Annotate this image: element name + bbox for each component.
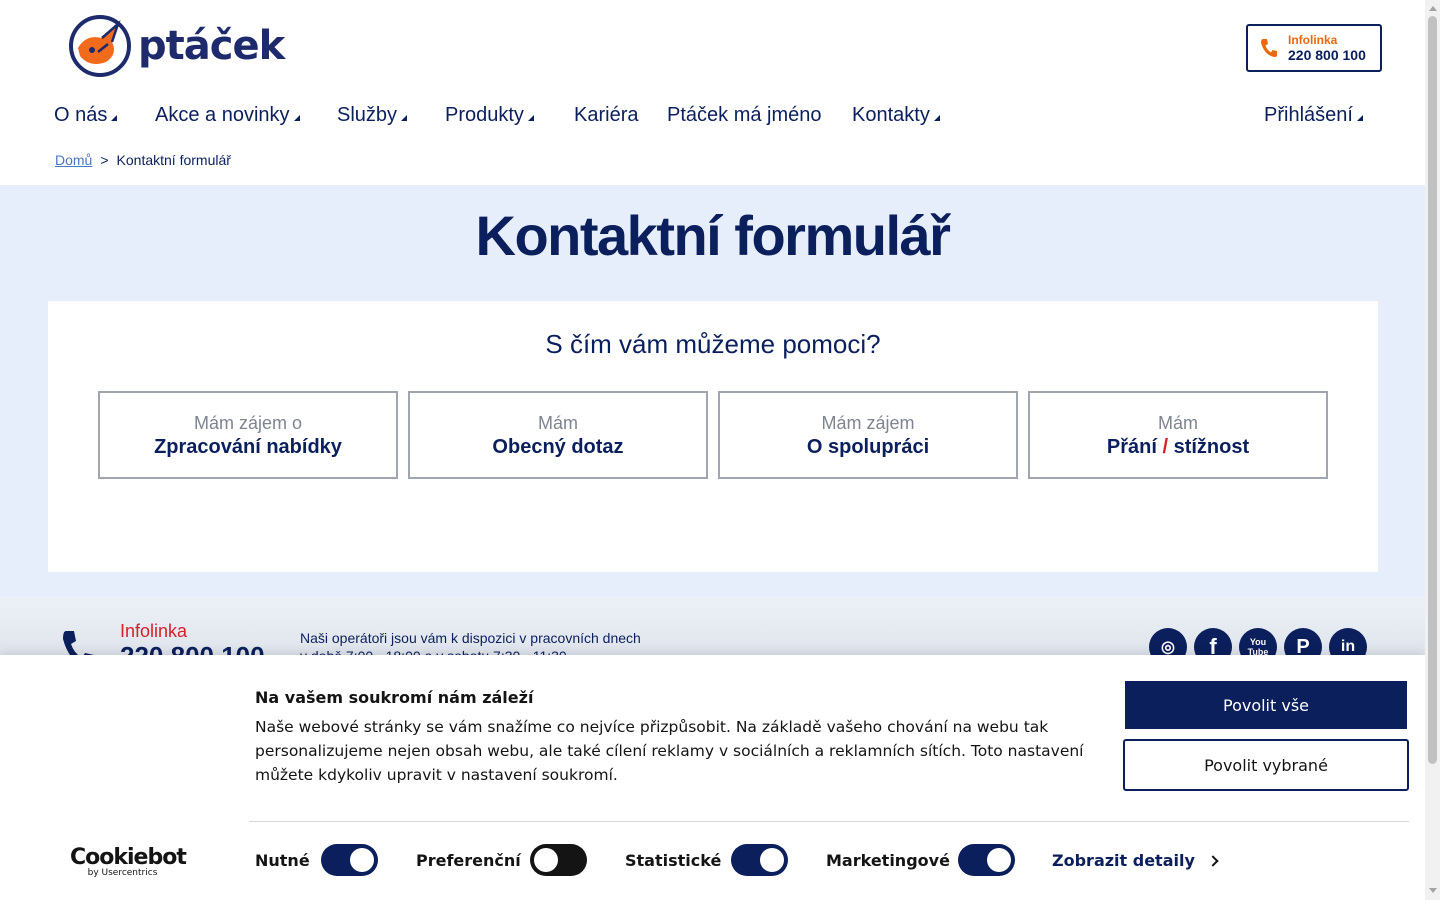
form-question: S čím vám můžeme pomoci? [545, 329, 881, 359]
toggle-preferencni[interactable] [530, 844, 587, 876]
show-details-link[interactable]: Zobrazit detaily [1052, 851, 1219, 870]
nav-item-label: Kontakty [852, 104, 930, 126]
main-nav: O nás Akce a novinky Služby Produkty Kar… [0, 104, 1425, 130]
option-main-text: O spolupráci [806, 436, 930, 458]
nav-item-label: Služby [337, 104, 398, 126]
option-main-text: Zpracování nabídky [154, 436, 342, 458]
option-text-stiznost: stížnost [1173, 436, 1250, 458]
nav-item-label: Kariéra [574, 104, 639, 126]
toggle-label-statisticke: Statistické [625, 851, 722, 870]
toggle-knob [760, 848, 784, 872]
instagram-icon[interactable]: ◎ [1149, 628, 1187, 657]
cookie-text: Naše webové stránky se vám snažíme co ne… [255, 718, 1084, 784]
option-o-spolupraci[interactable]: Mám zájem O spolupráci [718, 391, 1018, 479]
option-main-text: Přání / stížnost [1030, 436, 1326, 459]
bird-logo-icon [69, 15, 131, 77]
nav-item-sluzby[interactable]: Služby [337, 104, 408, 127]
logo[interactable]: ptáček [68, 14, 285, 78]
youtube-icon[interactable]: You Tube [1239, 628, 1277, 657]
phone-icon [63, 631, 94, 657]
footer-infoline: Infolinka 220 800 100 Naši operátoři jso… [0, 597, 1425, 657]
toggle-label-nutne: Nutné [255, 851, 310, 870]
nav-item-o-nas[interactable]: O nás [54, 104, 118, 127]
hero-section: Kontaktní formulář S čím vám můžeme pomo… [0, 185, 1425, 597]
breadcrumb-current: Kontaktní formulář [116, 152, 231, 168]
toggle-label-preferencni: Preferenční [416, 851, 521, 870]
nav-item-akce-a-novinky[interactable]: Akce a novinky [155, 104, 300, 127]
nav-item-prihlaseni[interactable]: Přihlášení [1264, 104, 1363, 127]
divider [249, 821, 1409, 822]
option-small-text: Mám [1158, 413, 1198, 433]
scrollbar-thumb[interactable] [1428, 16, 1437, 764]
option-main-text: Obecný dotaz [492, 436, 624, 458]
nav-item-label: O nás [54, 104, 108, 126]
scroll-down-arrow-icon[interactable] [1429, 888, 1437, 893]
scrollbar[interactable] [1425, 0, 1440, 900]
caret-icon [527, 115, 534, 121]
cookiebot-logo[interactable]: Cookiebot by Usercentrics [70, 845, 187, 878]
logo-text: ptáček [138, 23, 285, 69]
caret-icon [401, 115, 408, 121]
cookiebot-name: Cookiebot [70, 845, 187, 870]
nav-item-kariera[interactable]: Kariéra [574, 104, 638, 127]
nav-item-ptacek-ma-jmeno[interactable]: Ptáček má jméno [667, 104, 822, 127]
option-text-prani: Přání [1106, 436, 1157, 458]
facebook-icon[interactable]: f [1194, 628, 1232, 657]
caret-icon [933, 115, 940, 121]
caret-icon [111, 115, 118, 121]
show-details-label: Zobrazit detaily [1052, 851, 1195, 870]
infolinka-label: Infolinka [1288, 33, 1338, 47]
caret-icon [293, 115, 300, 121]
toggle-statisticke[interactable] [731, 844, 788, 876]
toggle-label-marketingove: Marketingové [826, 851, 950, 870]
option-text-separator: / [1162, 436, 1169, 458]
nav-item-label: Produkty [445, 104, 524, 126]
caret-icon [1356, 115, 1363, 121]
infolinka-number: 220 800 100 [1288, 47, 1366, 63]
nav-item-label: Ptáček má jméno [667, 104, 822, 126]
nav-item-produkty[interactable]: Produkty [445, 104, 534, 127]
toggle-marketingove[interactable] [958, 844, 1015, 876]
option-obecny-dotaz[interactable]: Mám Obecný dotaz [408, 391, 708, 479]
nav-item-kontakty[interactable]: Kontakty [852, 104, 940, 127]
pinterest-icon[interactable]: P [1284, 628, 1322, 657]
phone-icon [1261, 39, 1277, 57]
nav-item-label: Přihlášení [1264, 104, 1353, 126]
infolinka-button[interactable]: Infolinka 220 800 100 [1246, 24, 1382, 72]
nav-item-label: Akce a novinky [155, 104, 290, 126]
toggle-nutne[interactable] [321, 844, 378, 876]
footer-infolinka-label: Infolinka [120, 621, 188, 641]
option-small-text: Mám zájem o [193, 413, 303, 433]
page-title: Kontaktní formulář [475, 204, 951, 267]
toggle-knob [987, 848, 1011, 872]
chevron-right-icon [1207, 855, 1219, 867]
allow-selected-button[interactable]: Povolit vybrané [1123, 739, 1409, 791]
footer-hours-line: Naši operátoři jsou vám k dispozici v pr… [300, 630, 641, 646]
toggle-knob [350, 848, 374, 872]
option-small-text: Mám [538, 413, 578, 433]
toggle-knob [534, 848, 558, 872]
breadcrumb-home-link[interactable]: Domů [55, 152, 92, 168]
linkedin-icon[interactable]: in [1329, 628, 1367, 657]
site-header: ptáček Infolinka 220 800 100 O nás Akce … [0, 0, 1425, 185]
scroll-up-arrow-icon[interactable] [1429, 6, 1437, 11]
option-small-text: Mám zájem [821, 413, 915, 433]
option-prani-stiznost[interactable]: Mám Přání / stížnost [1028, 391, 1328, 479]
cookie-title: Na vašem soukromí nám záleží [255, 688, 534, 707]
breadcrumb-separator: > [100, 152, 109, 168]
option-zpracovani-nabidky[interactable]: Mám zájem o Zpracování nabídky [98, 391, 398, 479]
breadcrumb: Domů > Kontaktní formulář [55, 152, 231, 168]
allow-all-button[interactable]: Povolit vše [1125, 681, 1407, 729]
cookie-consent-banner: Na vašem soukromí nám záleží Naše webové… [0, 655, 1425, 900]
contact-form-card: S čím vám můžeme pomoci? Mám zájem o Zpr… [48, 301, 1378, 572]
footer-hours-text: Naši operátoři jsou vám k dispozici v pr… [300, 629, 641, 657]
